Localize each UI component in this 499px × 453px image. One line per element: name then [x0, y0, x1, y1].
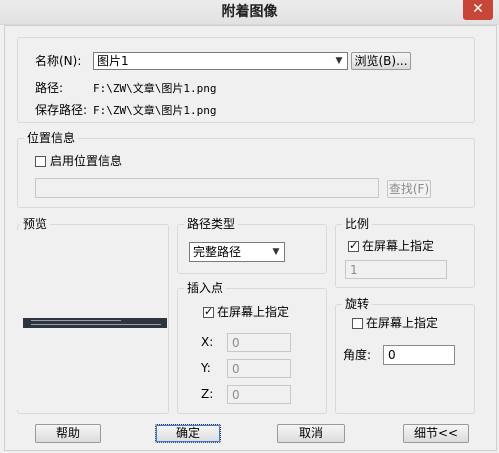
insertion-group-title: 插入点: [184, 281, 227, 295]
scale-on-screen-checkbox[interactable]: ✓: [348, 239, 359, 252]
x-input[interactable]: 0: [227, 333, 291, 352]
chevron-down-icon[interactable]: ▼: [331, 53, 347, 69]
rotation-group-title: 旋转: [342, 297, 373, 311]
saved-path-label: 保存路径:: [35, 103, 88, 117]
scale-value: 1: [350, 263, 358, 277]
insertion-on-screen-label: 在屏幕上指定: [217, 305, 290, 319]
chevron-down-icon[interactable]: ▼: [268, 244, 284, 260]
scale-group-title: 比例: [342, 217, 373, 231]
help-button[interactable]: 帮助: [35, 424, 101, 443]
cancel-button[interactable]: 取消: [277, 424, 345, 443]
close-icon: ✕: [472, 1, 484, 17]
name-label: 名称(N):: [35, 54, 82, 68]
z-input[interactable]: 0: [227, 385, 291, 404]
check-icon: ✓: [204, 305, 214, 318]
y-value: 0: [232, 362, 240, 376]
enable-location-checkbox[interactable]: [35, 156, 46, 167]
path-type-select[interactable]: 完整路径 ▼: [189, 242, 285, 262]
scale-on-screen-label: 在屏幕上指定: [362, 239, 435, 253]
location-input[interactable]: [35, 178, 379, 198]
title-bar: 附着图像 ✕: [0, 0, 499, 25]
rotation-on-screen-checkbox[interactable]: [352, 318, 363, 329]
name-combo[interactable]: 图片1 ▼: [93, 52, 348, 70]
angle-label: 角度:: [343, 348, 372, 362]
path-value: F:\ZW\文章\图片1.png: [93, 82, 217, 95]
insertion-on-screen-checkbox[interactable]: ✓: [203, 305, 214, 318]
preview-group-title: 预览: [20, 217, 51, 231]
z-value: 0: [232, 388, 240, 402]
z-label: Z:: [201, 387, 214, 401]
dialog-body: 名称(N): 图片1 ▼ 浏览(B)... 路径: F:\ZW\文章\图片1.p…: [4, 25, 497, 451]
enable-location-label: 启用位置信息: [50, 154, 123, 168]
path-label: 路径:: [35, 81, 64, 95]
path-type-value: 完整路径: [193, 245, 242, 259]
ok-button[interactable]: 确定: [155, 424, 221, 443]
angle-input[interactable]: 0: [383, 345, 455, 365]
name-combo-value: 图片1: [97, 54, 129, 68]
location-group-title: 位置信息: [24, 131, 79, 145]
details-button[interactable]: 细节<<: [403, 424, 469, 443]
x-value: 0: [232, 336, 240, 350]
rotation-on-screen-label: 在屏幕上指定: [366, 316, 439, 330]
x-label: X:: [201, 335, 214, 349]
path-type-group-title: 路径类型: [184, 217, 239, 231]
preview-image: [23, 318, 167, 328]
check-icon: ✓: [349, 239, 359, 252]
find-button[interactable]: 查找(F): [387, 180, 431, 198]
y-input[interactable]: 0: [227, 359, 291, 378]
window-title: 附着图像: [221, 4, 278, 20]
y-label: Y:: [201, 361, 211, 375]
browse-button[interactable]: 浏览(B)...: [351, 52, 411, 70]
saved-path-value: F:\ZW\文章\图片1.png: [93, 104, 217, 117]
close-button[interactable]: ✕: [463, 0, 493, 20]
angle-value: 0: [388, 348, 396, 362]
scale-input[interactable]: 1: [345, 260, 447, 279]
preview-area: [17, 230, 167, 410]
